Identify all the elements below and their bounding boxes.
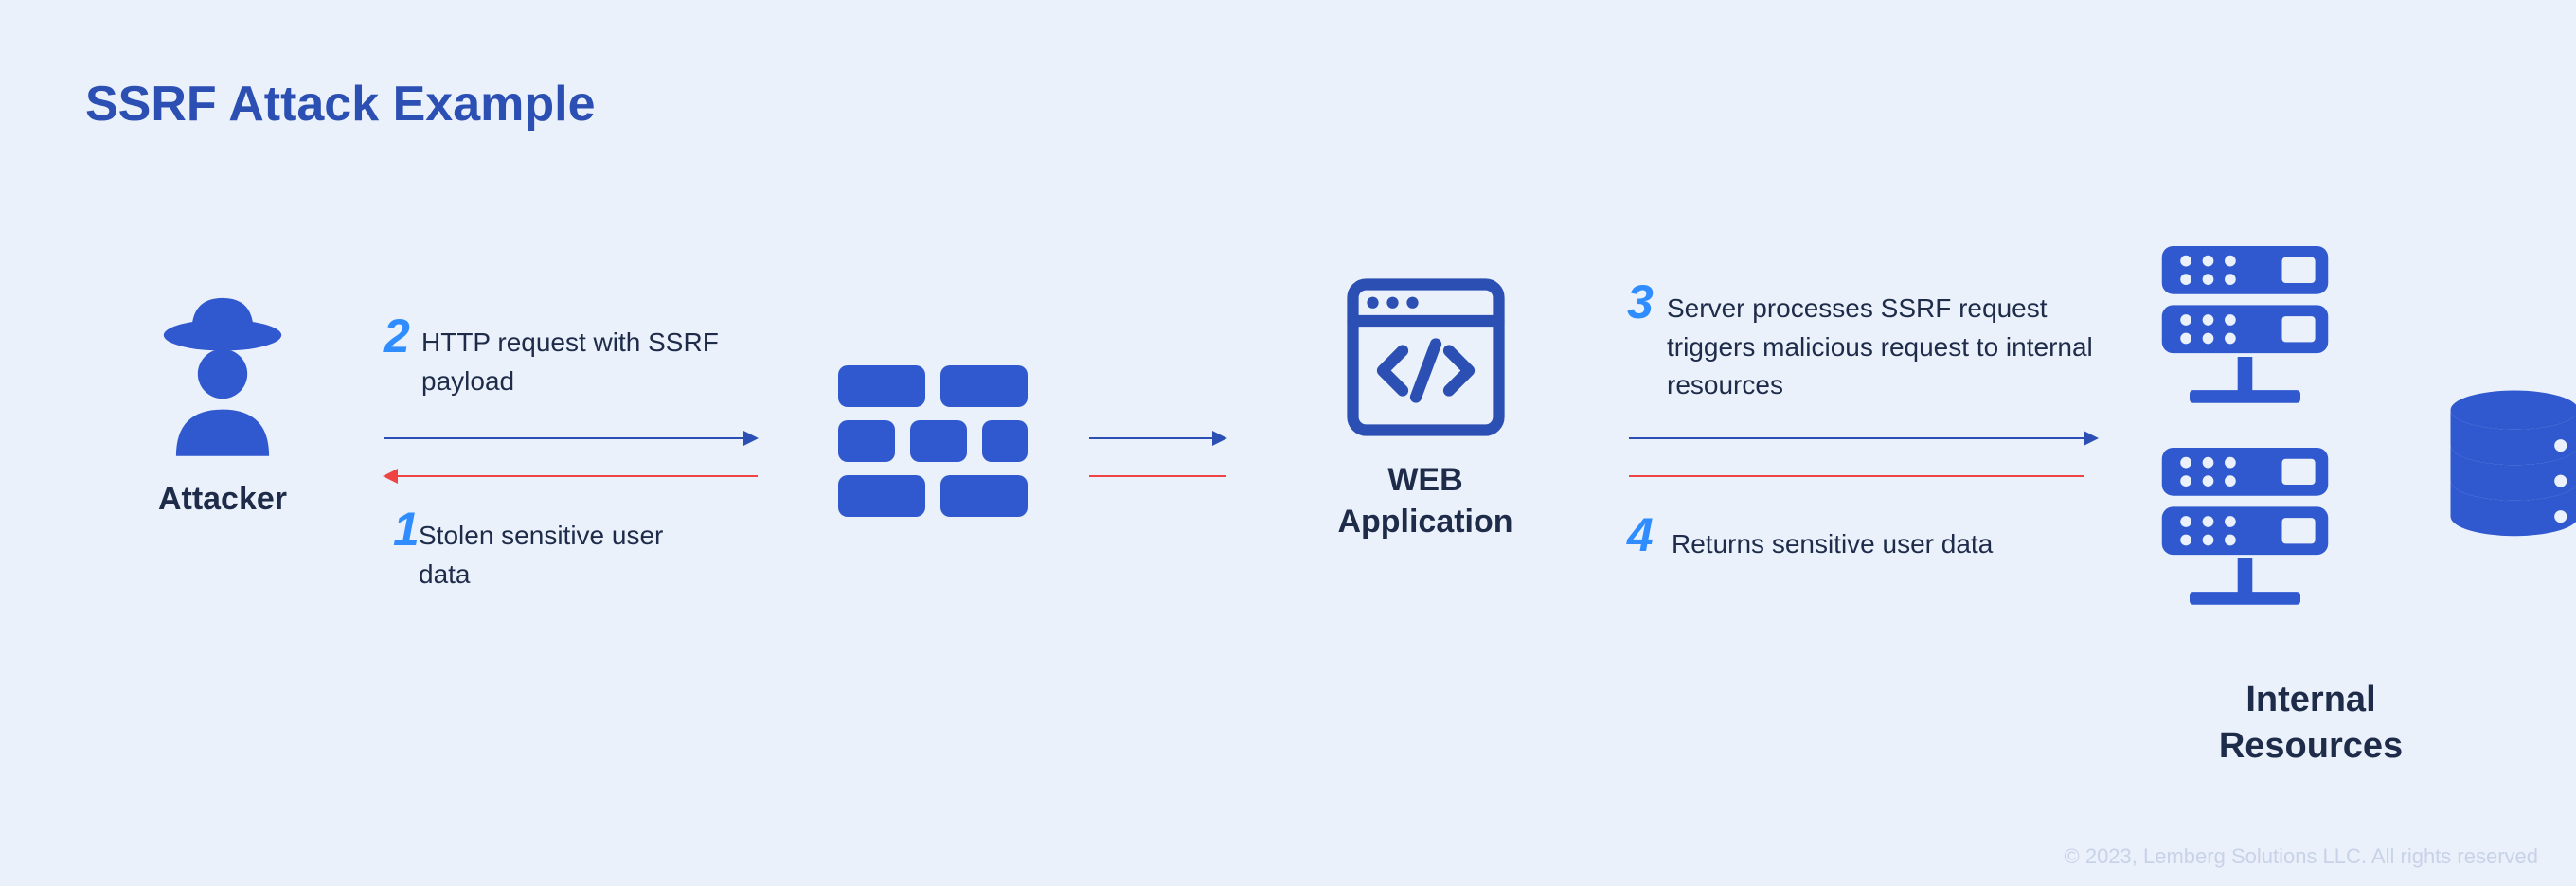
database-icon (2443, 388, 2576, 549)
arrow-head-left (383, 469, 398, 484)
arrow-webapp-to-firewall (1089, 475, 1226, 477)
webapp-label-line1: WEB (1387, 462, 1462, 498)
step-1-text: Stolen sensitive user data (419, 517, 703, 594)
step-3-text: Server processes SSRF request triggers m… (1667, 290, 2112, 405)
step-1-number: 1 (393, 502, 420, 557)
webapp-label-line2: Application (1337, 504, 1512, 540)
servers-node (2150, 246, 2339, 632)
arrow-head-right-3 (2084, 431, 2099, 446)
internal-resources-label: Internal Resources (2140, 677, 2481, 771)
copyright: © 2023, Lemberg Solutions LLC. All right… (2065, 844, 2538, 869)
attacker-icon (142, 289, 303, 459)
arrow-firewall-to-attacker (398, 475, 758, 477)
database-node (2434, 388, 2576, 549)
attacker-label: Attacker (123, 478, 322, 520)
diagram-title: SSRF Attack Example (85, 76, 595, 133)
arrow-internal-to-webapp (1629, 475, 2084, 477)
firewall-icon (838, 365, 1028, 517)
arrow-head-right-2 (1212, 431, 1227, 446)
webapp-label: WEB Application (1302, 459, 1548, 542)
step-4-text: Returns sensitive user data (1672, 525, 2098, 564)
webapp-node: WEB Application (1302, 275, 1548, 542)
webapp-icon (1343, 275, 1509, 440)
step-2-text: HTTP request with SSRF payload (421, 324, 743, 400)
step-2-number: 2 (384, 309, 410, 363)
server-icon-2 (2153, 448, 2337, 632)
firewall-node (833, 365, 1032, 517)
arrow-attacker-to-firewall (384, 437, 743, 439)
arrow-head-right (743, 431, 759, 446)
arrow-webapp-to-internal (1629, 437, 2084, 439)
server-icon (2153, 246, 2337, 431)
attacker-node: Attacker (123, 289, 322, 520)
internal-label-line1: Internal (2245, 680, 2375, 719)
step-4-number: 4 (1627, 507, 1654, 562)
internal-label-line2: Resources (2219, 726, 2403, 766)
step-3-number: 3 (1627, 275, 1654, 329)
arrow-firewall-to-webapp (1089, 437, 1212, 439)
